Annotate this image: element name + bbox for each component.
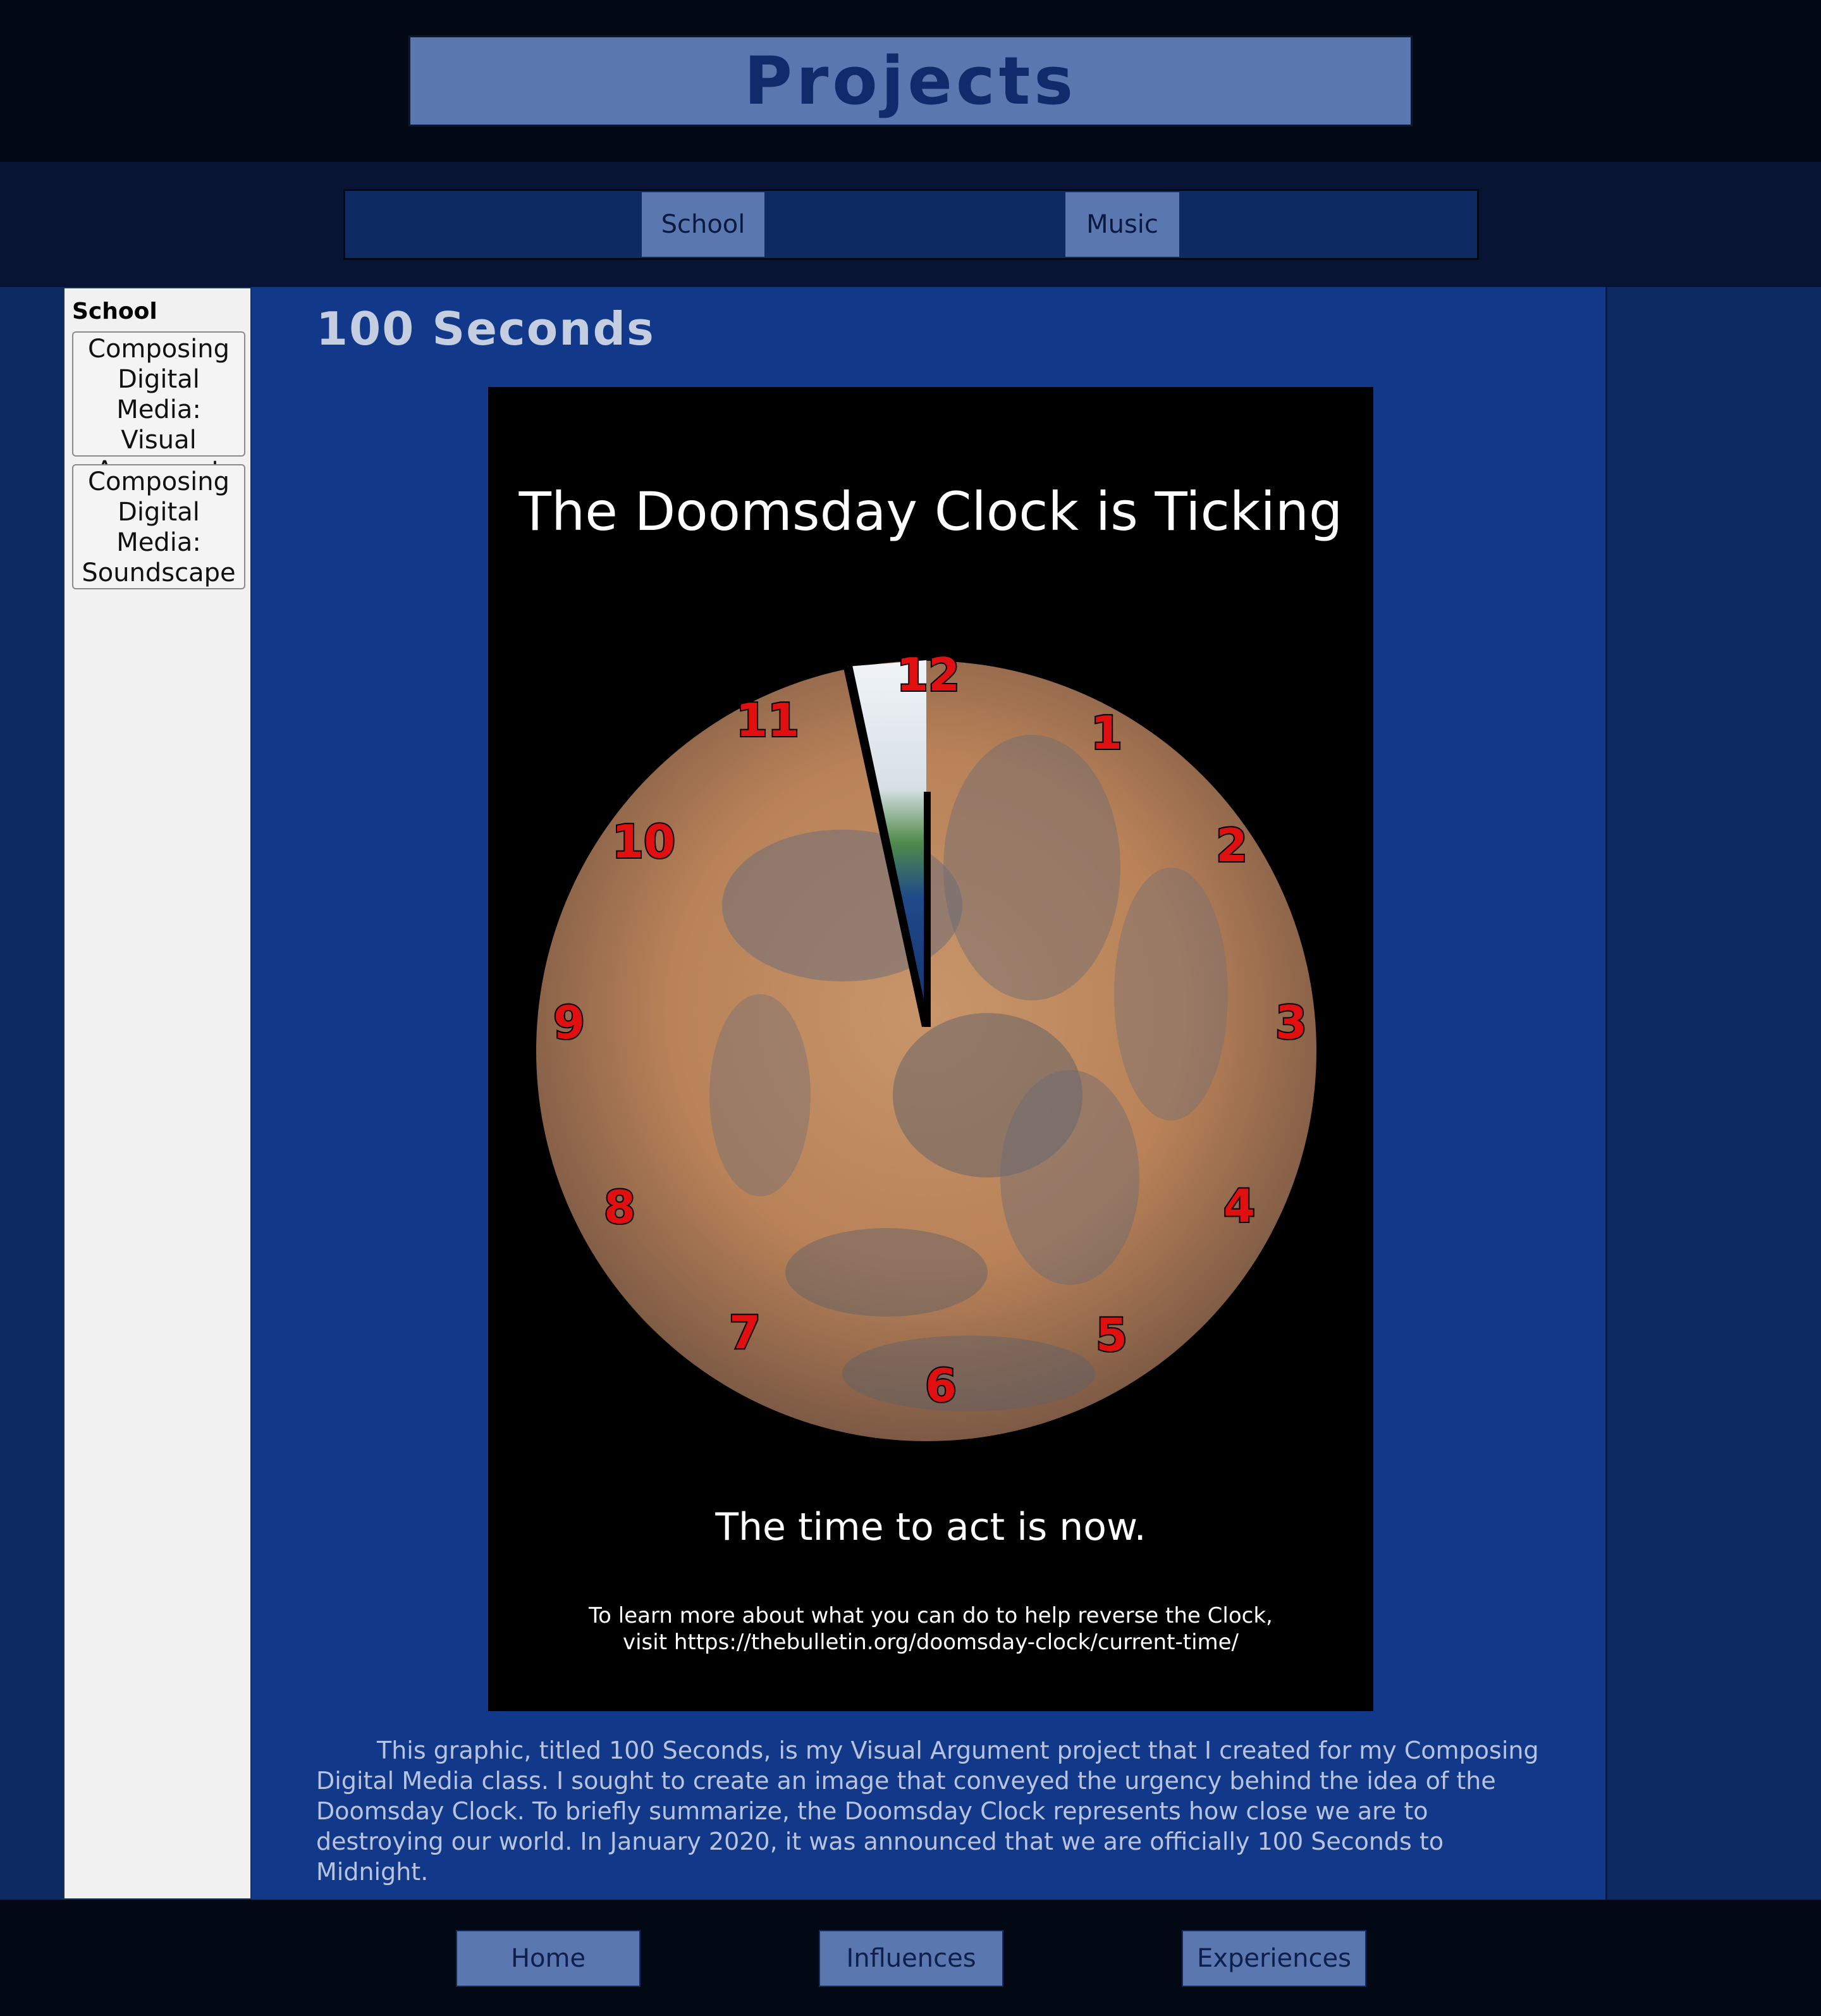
page-title: Projects bbox=[744, 42, 1077, 120]
project-description: This graphic, titled 100 Seconds, is my … bbox=[316, 1736, 1539, 1886]
poster-footnote: To learn more about what you can do to h… bbox=[488, 1602, 1373, 1656]
subnav-school-button[interactable]: School bbox=[641, 191, 766, 258]
clock-numeral-7: 7 bbox=[729, 1306, 761, 1359]
clock-numeral-11: 11 bbox=[736, 694, 799, 747]
sidebar: School Composing Digital Media: Visual A… bbox=[63, 287, 252, 1900]
sidebar-item-visual-argument[interactable]: Composing Digital Media: Visual Argument bbox=[72, 331, 245, 485]
subnav-bar bbox=[343, 189, 1479, 260]
left-gutter bbox=[0, 287, 63, 1900]
page-title-banner: Projects bbox=[408, 35, 1413, 126]
poster-footnote-line2: visit https://thebulletin.org/doomsday-c… bbox=[622, 1630, 1239, 1655]
clock-numeral-5: 5 bbox=[1096, 1308, 1127, 1361]
subnav-music-button[interactable]: Music bbox=[1064, 191, 1180, 258]
poster-image: The Doomsday Clock is Ticking 12 1 2 3 4… bbox=[488, 387, 1373, 1711]
clock-numeral-6: 6 bbox=[925, 1359, 957, 1412]
footer-home-link[interactable]: Home bbox=[456, 1930, 641, 1987]
clock-numeral-2: 2 bbox=[1216, 819, 1248, 872]
footer-influences-link[interactable]: Influences bbox=[819, 1930, 1003, 1987]
sidebar-item-soundscape[interactable]: Composing Digital Media: Soundscape bbox=[72, 464, 245, 589]
clock-numeral-9: 9 bbox=[553, 996, 585, 1049]
clock-numeral-8: 8 bbox=[604, 1181, 635, 1234]
right-gutter bbox=[1607, 287, 1821, 1900]
minute-hand bbox=[924, 792, 931, 1027]
clock-numeral-3: 3 bbox=[1275, 996, 1307, 1049]
poster-tagline: The time to act is now. bbox=[715, 1505, 1146, 1549]
clock-numeral-4: 4 bbox=[1223, 1179, 1255, 1232]
project-heading: 100 Seconds bbox=[316, 302, 655, 355]
clock-numeral-12: 12 bbox=[897, 648, 960, 701]
poster-footnote-line1: To learn more about what you can do to h… bbox=[589, 1603, 1273, 1628]
clock-numeral-10: 10 bbox=[612, 815, 675, 868]
footer-experiences-link[interactable]: Experiences bbox=[1182, 1930, 1366, 1987]
sidebar-heading: School bbox=[72, 298, 157, 324]
clock-numeral-1: 1 bbox=[1091, 706, 1122, 759]
